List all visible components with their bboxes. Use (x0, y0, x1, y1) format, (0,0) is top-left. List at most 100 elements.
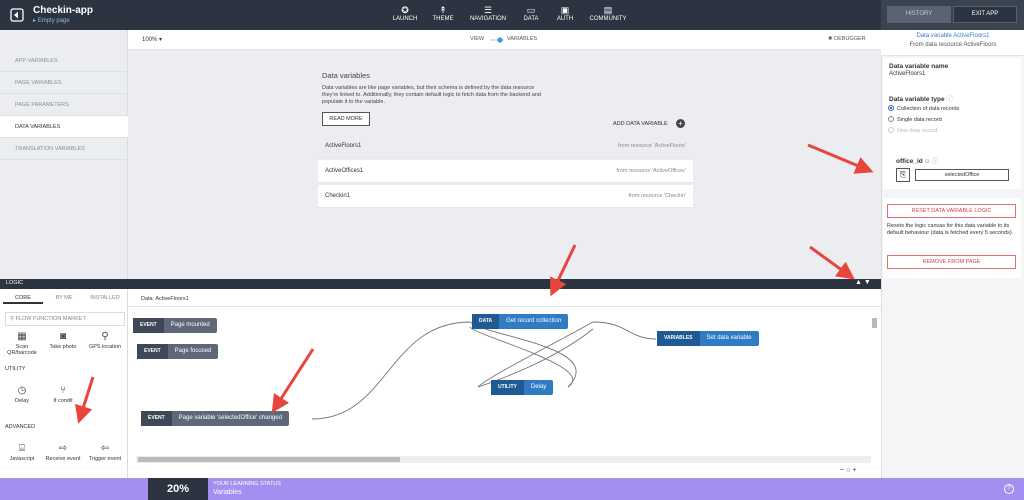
node-delay[interactable]: UTILITY Delay (491, 380, 554, 395)
vertical-scroll-thumb[interactable] (872, 318, 877, 328)
plus-icon[interactable]: + (676, 119, 685, 128)
node-page-focused[interactable]: EVENT Page focused (137, 344, 219, 359)
search-placeholder: FLOW FUNCTION MARKET (15, 316, 86, 322)
name-label: Data variable name (889, 63, 949, 70)
node-get-record-collection[interactable]: DATA Get record collection (472, 314, 569, 329)
horizontal-scroll-thumb[interactable] (138, 457, 400, 462)
sidebar-item-page-variables[interactable]: PAGE VARIABLES (0, 72, 128, 94)
nav-theme[interactable]: ↟ THEME (420, 4, 466, 22)
logic-expand-controls[interactable]: ▲ ▼ (855, 279, 871, 286)
node-tag: EVENT (133, 318, 164, 333)
node-variable-changed[interactable]: EVENT Page variable 'selectedOffice' chan… (141, 411, 289, 426)
info-icon[interactable]: ⓘ (946, 96, 953, 103)
data-variable-row[interactable]: ActiveFloors1 from resource 'ActiveFloors… (318, 135, 693, 158)
description: Data variables are like page variables, … (322, 85, 541, 105)
clock-icon: ◷ (17, 385, 27, 396)
flow-function-search[interactable]: ⚲ FLOW FUNCTION MARKET (5, 312, 125, 326)
history-button[interactable]: HISTORY (887, 6, 951, 23)
node-tag: EVENT (137, 344, 168, 359)
type-option-single[interactable]: Single data record (888, 114, 942, 123)
location-icon: ⚲ (101, 331, 109, 342)
learning-topic[interactable]: Variables (213, 489, 242, 496)
palette-receive-event[interactable]: ⇨ Receive event (43, 442, 83, 462)
chat-icon: ▤ (603, 5, 613, 15)
debugger-label: DEBUGGER (834, 36, 866, 42)
nav-label: AUTH (556, 16, 574, 22)
palette-label: Delay (14, 398, 30, 404)
option-label: Single data record (897, 117, 942, 123)
tab-installed[interactable]: INSTALLED (85, 292, 125, 304)
palette-javascript[interactable]: ⌸ Javascript (2, 442, 42, 462)
learning-label: YOUR LEARNING STATUS (213, 481, 281, 487)
app-title[interactable]: Checkin-app (33, 5, 93, 16)
settings-icon[interactable]: ⊖ (925, 158, 930, 165)
palette-scan-qr[interactable]: ▦ Scan QR/barcode (2, 330, 42, 356)
office-id-input[interactable]: selectedOffice (915, 169, 1009, 181)
palette-label: Receive event (45, 456, 81, 462)
palette-label: GPS location (88, 344, 122, 350)
palette-gps[interactable]: ⚲ GPS location (85, 330, 125, 350)
param-label: office_id ⊖ ⓘ (896, 155, 938, 165)
type-option-collection[interactable]: Collection of data records (888, 103, 959, 112)
zoom-controls[interactable]: − ○ + (840, 467, 856, 474)
view-toggle[interactable] (490, 36, 504, 43)
reset-logic-button[interactable]: RESET DATA VARIABLE LOGIC (887, 204, 1016, 218)
add-data-variable-button[interactable]: ADD DATA VARIABLE (613, 121, 668, 127)
data-variable-row[interactable]: ActiveOffices1 from resource 'ActiveOffic… (318, 160, 693, 183)
reset-description: Resets the logic canvas for this data va… (887, 223, 1014, 236)
nav-community[interactable]: ▤ COMMUNITY (585, 4, 631, 22)
remove-from-page-button[interactable]: REMOVE FROM PAGE (887, 255, 1016, 269)
info-icon[interactable]: ⓘ (932, 158, 939, 165)
read-more-button[interactable]: READ MORE (322, 112, 370, 126)
palette-delay[interactable]: ◷ Delay (2, 384, 42, 404)
palette-take-photo[interactable]: ◙ Take photo (43, 330, 83, 350)
type-label: Data variable type ⓘ (889, 93, 953, 103)
logic-label: LOGIC (6, 280, 24, 286)
node-set-data-variable[interactable]: VARIABLES Set data variable (657, 331, 759, 346)
help-icon[interactable]: ? (1004, 484, 1014, 494)
sidebar-item-data-variables[interactable]: DATA VARIABLES (0, 116, 128, 138)
node-tag: DATA (472, 314, 500, 329)
chevron-down-icon[interactable]: ▼ (864, 279, 871, 286)
nav-auth[interactable]: ▣ AUTH (542, 4, 588, 22)
node-label: Delay (530, 384, 547, 390)
node-page-mounted[interactable]: EVENT Page mounted (133, 318, 217, 333)
canvas-toolbar (128, 30, 881, 50)
tab-core[interactable]: CORE (3, 292, 43, 304)
node-tag: EVENT (141, 411, 172, 426)
nav-label: THEME (432, 16, 454, 22)
node-label: Get record collection (506, 318, 562, 324)
radio (888, 115, 894, 122)
sidebar-item-app-variables[interactable]: APP VARIABLES (0, 50, 128, 72)
type-option-new: New data record (888, 125, 937, 134)
variable-name: ActiveOffices1 (325, 168, 364, 174)
param-label-text: office_id (896, 158, 923, 165)
branch-icon: ⑂ (60, 385, 66, 396)
sidebar-item-page-parameters[interactable]: PAGE PARAMETERS (0, 94, 128, 116)
app-logo-icon[interactable] (10, 8, 24, 22)
radio-selected (888, 104, 894, 111)
name-field[interactable]: ActiveFloors1 (889, 71, 925, 77)
logic-bar[interactable] (0, 279, 881, 289)
nav-navigation[interactable]: ☰ NAVIGATION (465, 4, 511, 22)
exit-app-button[interactable]: EXIT APP (953, 6, 1017, 23)
palette-label: If condit (53, 398, 73, 404)
option-label: New data record (897, 128, 938, 134)
tab-by-me[interactable]: BY ME (44, 292, 84, 304)
debugger-button[interactable]: ✺ DEBUGGER (828, 36, 866, 42)
chevron-up-icon[interactable]: ▲ (855, 279, 862, 286)
zoom-select[interactable]: 100% ▾ (142, 36, 162, 43)
palette-trigger-event[interactable]: ⇦ Trigger event (85, 442, 125, 462)
script-icon: ⌸ (19, 443, 25, 454)
sidebar-item-translation-variables[interactable]: TRANSLATION VARIABLES (0, 138, 128, 160)
option-label: Collection of data records (897, 106, 960, 112)
variable-resource: from resource 'ActiveOffices' (616, 168, 686, 174)
binding-icon[interactable]: ⎘ (896, 168, 910, 182)
node-label: Page focused (174, 348, 212, 354)
palette-if-condition[interactable]: ⑂ If condit (43, 384, 83, 404)
page-selector[interactable]: ▸ Empty page (33, 17, 70, 24)
data-variable-row[interactable]: Checkin1 from resource 'Checkin' (318, 185, 693, 208)
logic-canvas-title: Data: ActiveFloors1 (141, 296, 189, 302)
palette-label: Scan QR/barcode (7, 344, 37, 356)
qr-icon: ▦ (17, 331, 27, 342)
